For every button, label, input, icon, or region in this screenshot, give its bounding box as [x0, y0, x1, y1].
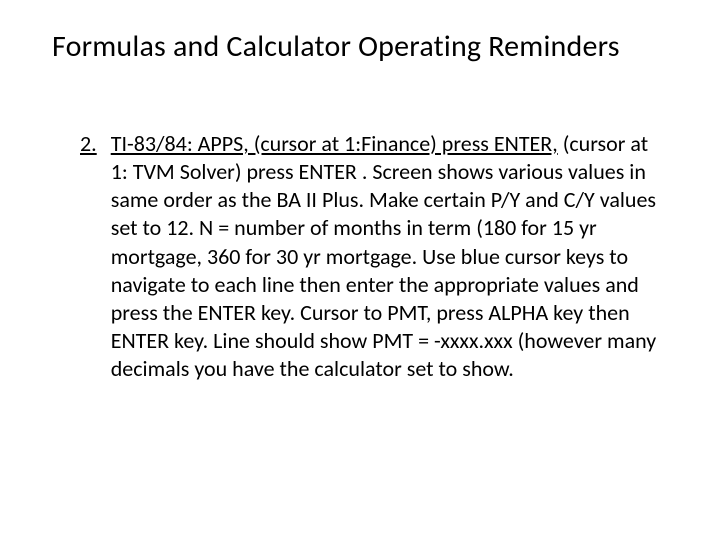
list-text: TI-83/84: APPS, (cursor at 1:Finance) pr…: [111, 130, 660, 383]
slide: Formulas and Calculator Operating Remind…: [0, 0, 720, 540]
list-rest: (cursor at 1: TVM Solver) press ENTER . …: [111, 130, 657, 382]
list-lead-underlined: TI-83/84: APPS, (cursor at 1:Finance) pr…: [111, 130, 558, 157]
list-marker: 2.: [80, 130, 97, 158]
slide-body: 2. TI-83/84: APPS, (cursor at 1:Finance)…: [80, 130, 660, 383]
slide-title: Formulas and Calculator Operating Remind…: [52, 28, 680, 65]
list-item: 2. TI-83/84: APPS, (cursor at 1:Finance)…: [80, 130, 660, 383]
